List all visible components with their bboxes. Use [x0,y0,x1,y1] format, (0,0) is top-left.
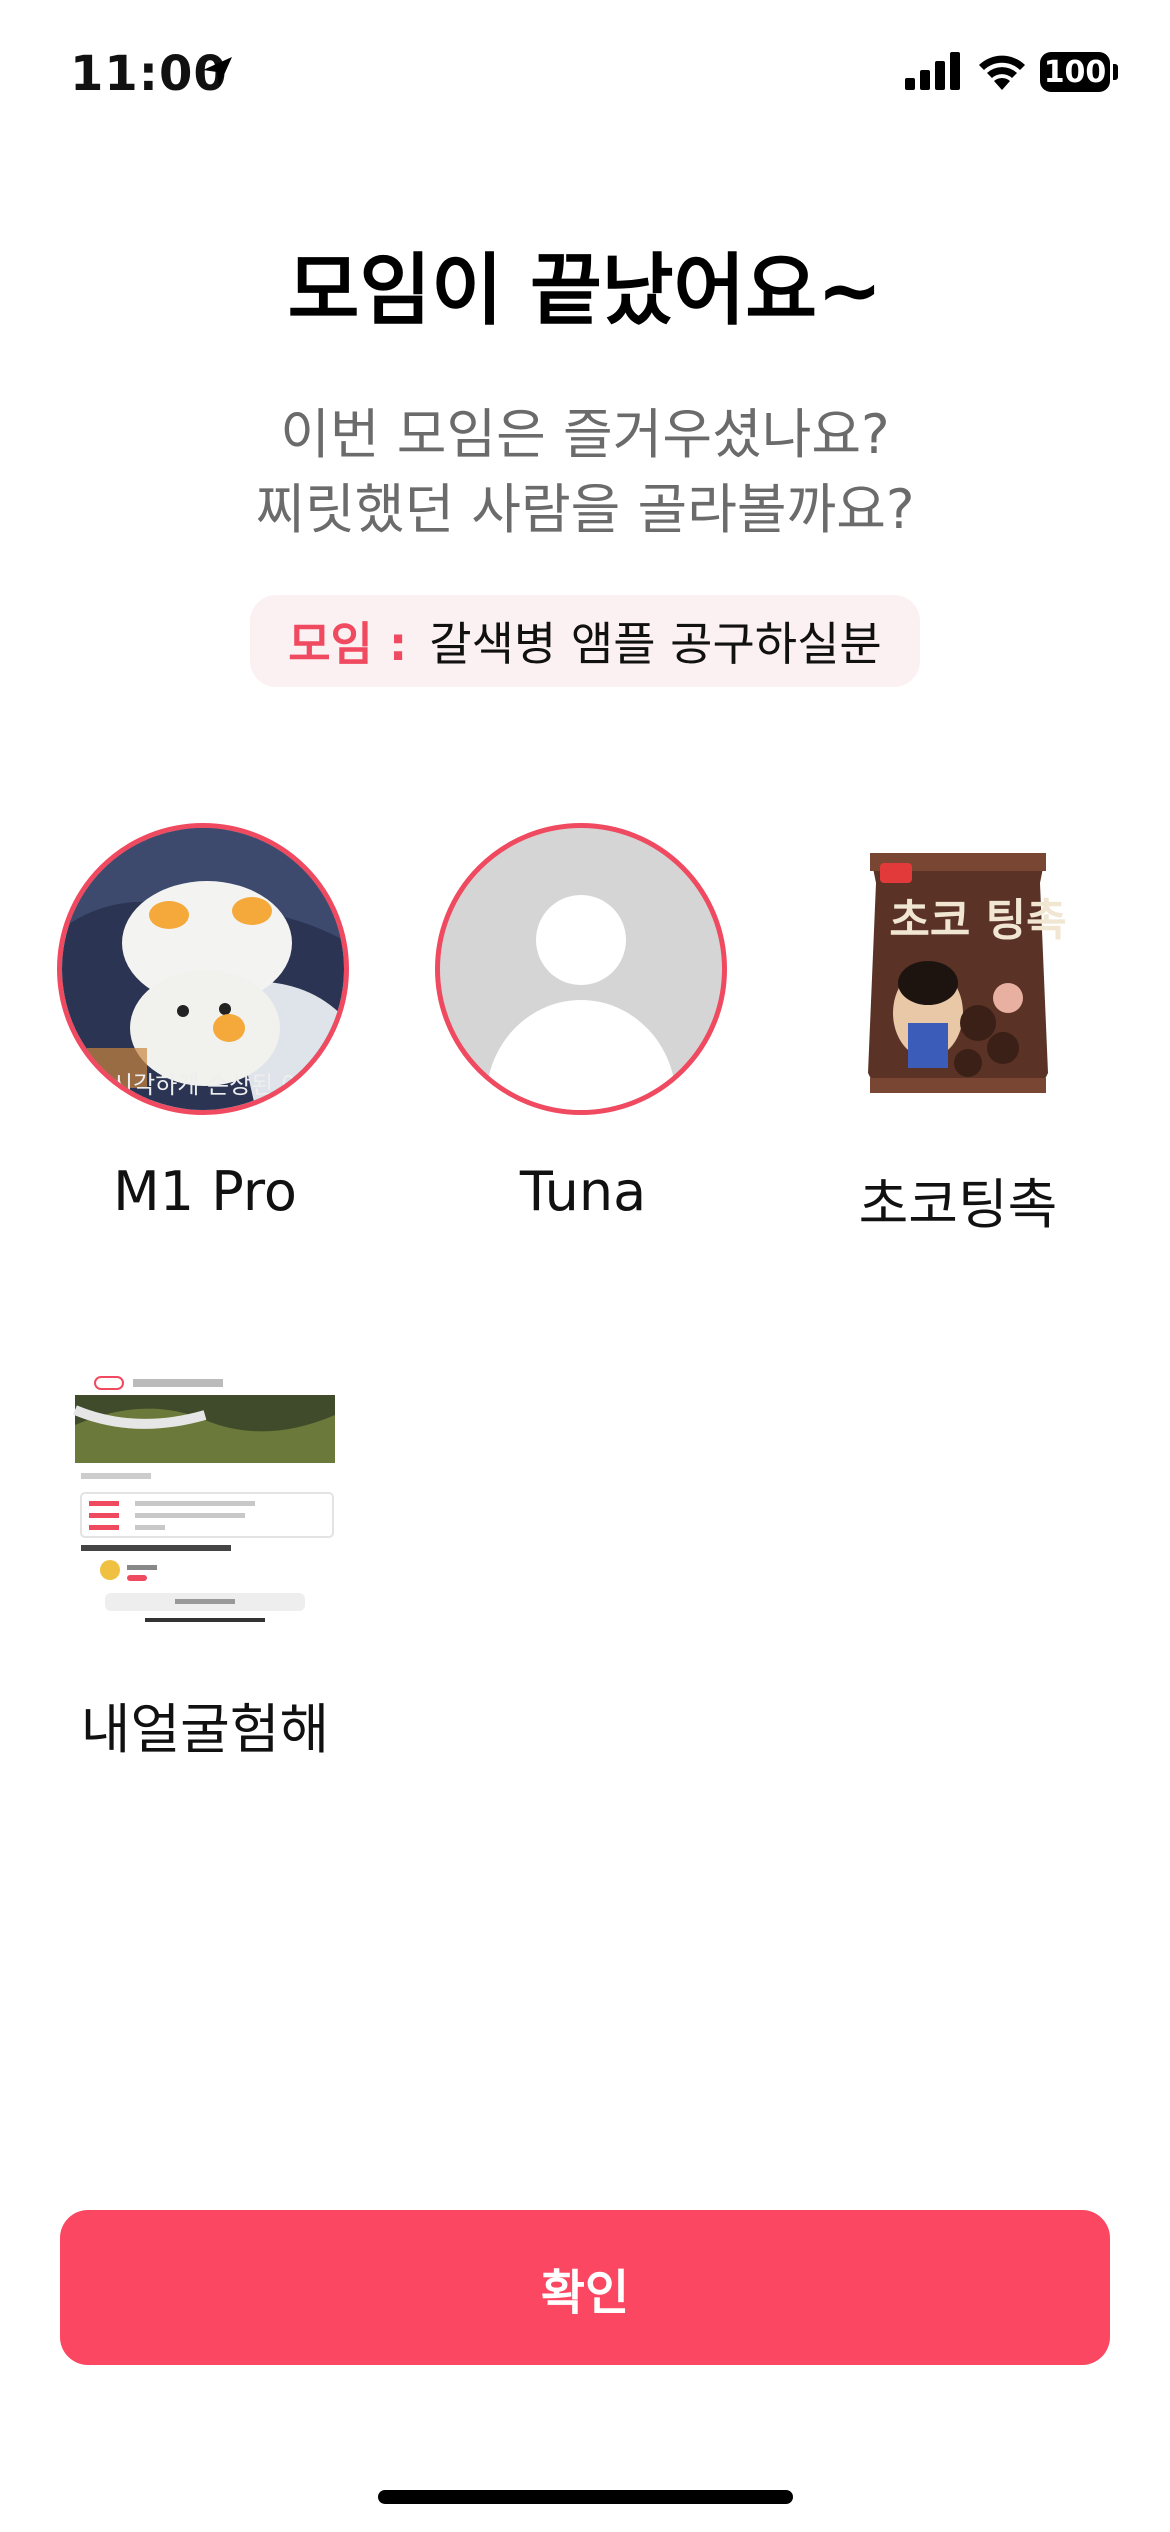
avatar-caption: 시각하게 손상된 이 [111,1071,303,1099]
member-name: Tuna [519,1160,647,1223]
member-avatar[interactable]: 시각하게 손상된 이 [57,823,357,1123]
subtitle-line-2: 찌릿했던 사람을 골라볼까요? [255,478,915,541]
status-bar: 11:00 100 [0,0,1170,150]
snack-bag-photo: 초코 팅촉 [868,853,1067,1093]
avatar-selected-ring: 시각하게 손상된 이 [57,823,349,1115]
app-screenshot-photo [73,1365,335,1665]
battery-level: 100 [1043,54,1107,90]
meeting-name: 갈색병 앰플 공구하실분 [429,617,882,671]
home-indicator [378,2490,793,2504]
default-person-icon [486,895,676,1110]
confirm-button[interactable]: 확인 [60,2210,1110,2365]
snack-brand-text: 초코 팅촉 [889,895,1066,946]
avatar-selected-ring [435,823,727,1115]
battery-icon: 100 [1040,52,1110,92]
subtitle-line-1: 이번 모임은 즐거우셨나요? [280,403,890,466]
cellular-signal-icon [905,52,960,90]
plush-toy-photo: 시각하게 손상된 이 [62,828,344,1110]
meeting-label: 모임 : [288,617,408,671]
member-avatar[interactable] [55,1365,355,1665]
battery-tip [1113,64,1118,80]
member-name: 내얼굴험해 [80,1698,330,1761]
member-name: 초코팅촉 [858,1173,1058,1236]
page-title: 모임이 끝났어요~ [287,246,883,336]
member-avatar[interactable]: 초코 팅촉 [808,823,1108,1123]
wifi-icon [979,55,1025,90]
member-name: M1 Pro [113,1160,297,1223]
location-arrow-icon [203,57,232,86]
meeting-info-pill: 모임 : 갈색병 앰플 공구하실분 [250,595,920,687]
member-avatar[interactable] [435,823,735,1123]
